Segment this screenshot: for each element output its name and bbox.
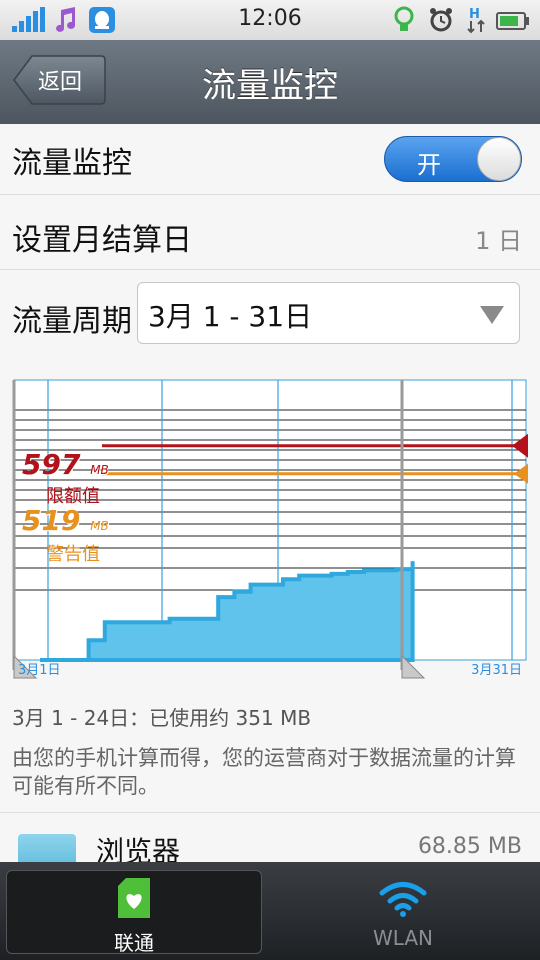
wifi-icon [379,882,427,917]
usage-point [71,659,73,661]
usage-point [201,618,203,620]
monitor-toggle[interactable]: 开 [384,136,522,182]
usage-point [88,639,90,641]
usage-point [217,596,219,598]
billing-day-value: 1 日 [475,227,522,255]
usage-point [395,568,397,570]
usage-point [169,618,171,620]
tab-bar: 联通 WLAN [0,862,540,960]
usage-point [55,659,57,661]
usage-point [282,578,284,580]
usage-point [233,591,235,593]
carrier-note: 由您的手机计算而得，您的运营商对于数据流量的计算可能有所不同。 [12,746,516,798]
monitor-row: 流量监控 开 [0,124,540,195]
usage-summary: 3月 1 - 24日：已使用约 351 MB [12,706,312,730]
app-size: 68.85 MB [417,834,522,859]
billing-day-label: 设置月结算日 [12,223,192,258]
x-label-end: 3月31日 [471,663,522,678]
billing-day-row[interactable]: 设置月结算日 1 日 [0,195,540,270]
status-time: 12:06 [238,6,302,31]
app-name: 浏览器 [96,835,181,866]
nav-bar: 返回 流量监控 [0,40,540,125]
monitor-label: 流量监控 [12,146,132,181]
usage-point [120,621,122,623]
tab-wlan-label: WLAN [372,926,434,950]
usage-point [347,571,349,573]
limit-value-readout: 597 MB [22,448,109,481]
usage-point [250,584,252,586]
warning-value-readout: 519 MB [22,504,109,537]
page-title: 流量监控 [202,66,338,106]
usage-point [185,618,187,620]
bulb-icon [394,6,414,31]
usage-point [412,560,414,562]
cycle-label: 流量周期 [12,304,132,339]
usage-point [314,575,316,577]
warning-label: 警告值 [46,544,100,565]
tab-wlan[interactable]: WLAN [272,870,534,954]
usage-point [136,621,138,623]
usage-point [39,659,41,661]
hspa-data-icon: H [467,7,485,34]
usage-point [298,575,300,577]
dropdown-arrow-icon [480,306,504,324]
unicom-sim-icon [118,878,150,918]
usage-point [104,621,106,623]
battery-icon [496,12,529,30]
tab-unicom[interactable]: 联通 [6,870,262,955]
cycle-select[interactable]: 3月 1 - 31日 [137,282,520,344]
cycle-selected-value: 3月 1 - 31日 [148,300,313,333]
data-usage-chart: 3月1日 3月31日 597 MB 限额值 519 MB 警告值 [10,378,528,682]
usage-point [266,584,268,586]
app-usage-row[interactable]: 浏览器 68.85 MB [0,816,540,866]
list-divider [0,812,540,813]
usage-point [379,569,381,571]
usage-point [363,569,365,571]
toggle-label: 开 [417,151,441,179]
alarm-icon [430,8,452,32]
usage-point [331,573,333,575]
usage-point [152,621,154,623]
svg-text:H: H [469,7,480,22]
tab-unicom-label: 联通 [114,931,154,955]
status-bar: 12:06 H [0,0,540,41]
x-label-start: 3月1日 [18,663,61,678]
toggle-knob [477,137,521,181]
